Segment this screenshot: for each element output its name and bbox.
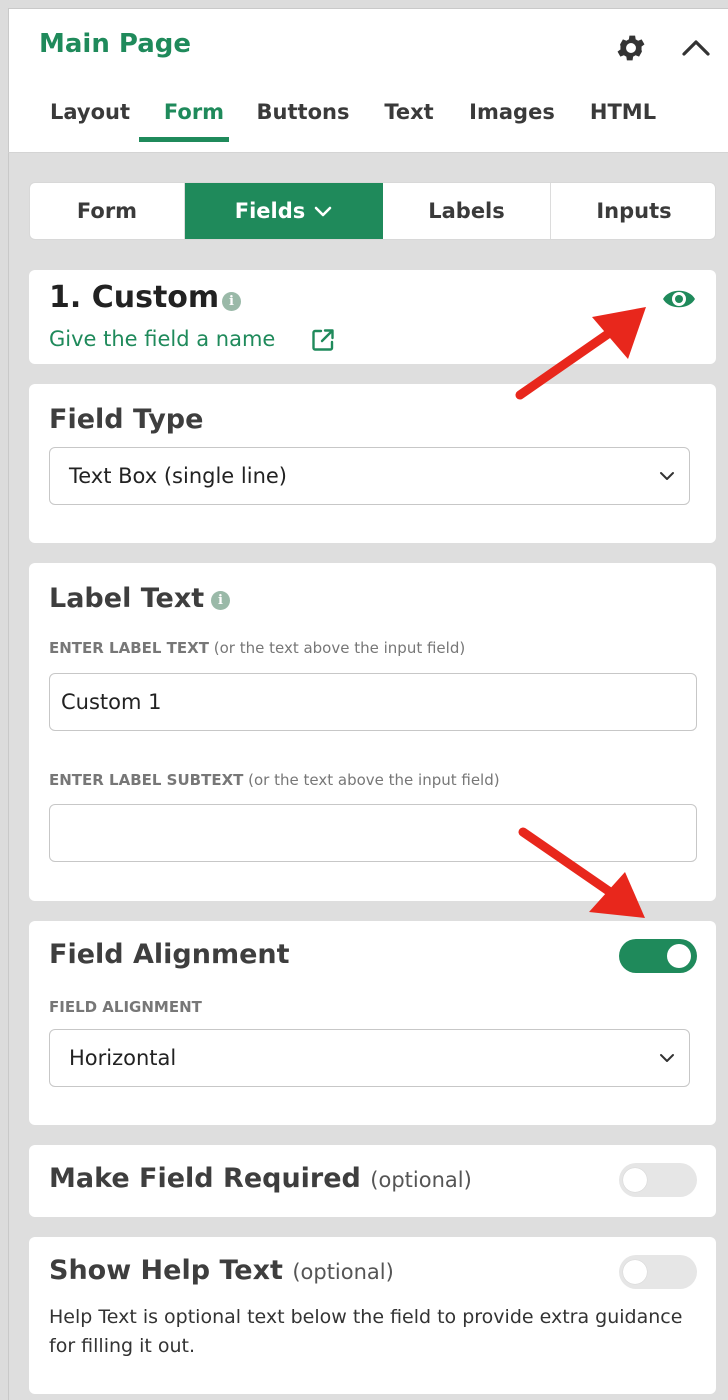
toggle-knob bbox=[623, 1260, 647, 1284]
label-subtext-caption-rest: (or the text above the input field) bbox=[248, 771, 500, 789]
subtab-labels[interactable]: Labels bbox=[383, 183, 551, 239]
field-alignment-caption: FIELD ALIGNMENT bbox=[49, 998, 202, 1016]
label-subtext-caption-bold: ENTER LABEL SUBTEXT bbox=[49, 771, 244, 789]
chevron-down-icon bbox=[660, 1054, 674, 1062]
label-subtext-caption: ENTER LABEL SUBTEXT (or the text above t… bbox=[49, 771, 500, 789]
field-alignment-value: Horizontal bbox=[69, 1046, 177, 1070]
help-text-toggle[interactable] bbox=[619, 1255, 697, 1289]
subtab-form[interactable]: Form bbox=[30, 183, 185, 239]
help-text-card: Show Help Text (optional) Help Text is o… bbox=[29, 1237, 716, 1394]
subtab-inputs-label: Inputs bbox=[596, 199, 672, 223]
label-text-caption-rest: (or the text above the input field) bbox=[213, 639, 466, 657]
chevron-down-icon bbox=[660, 472, 674, 480]
toggle-knob bbox=[623, 1168, 647, 1192]
help-text-heading-text: Show Help Text bbox=[49, 1255, 283, 1286]
active-tab-underline bbox=[139, 137, 229, 142]
field-alignment-card: Field Alignment FIELD ALIGNMENT Horizont… bbox=[29, 921, 716, 1125]
chevron-down-icon bbox=[314, 206, 332, 217]
eye-icon[interactable] bbox=[661, 284, 697, 314]
subtab-fields-label: Fields bbox=[234, 199, 306, 223]
annotation-arrow bbox=[515, 307, 646, 400]
tab-buttons[interactable]: Buttons bbox=[255, 93, 351, 153]
subtab-form-label: Form bbox=[76, 199, 138, 223]
required-toggle[interactable] bbox=[619, 1163, 697, 1197]
page-title: Main Page bbox=[39, 29, 192, 59]
tab-form[interactable]: Form bbox=[151, 93, 237, 153]
fields-subtabs: Form Fields Labels Inputs bbox=[29, 182, 716, 240]
subtab-inputs[interactable]: Inputs bbox=[551, 183, 715, 239]
tab-html[interactable]: HTML bbox=[585, 93, 661, 153]
help-text-description: Help Text is optional text below the fie… bbox=[49, 1306, 683, 1357]
field-alignment-heading: Field Alignment bbox=[49, 939, 290, 970]
required-optional-label: (optional) bbox=[370, 1168, 472, 1192]
annotation-arrow bbox=[518, 827, 645, 918]
external-link-icon[interactable] bbox=[310, 327, 336, 353]
help-text-optional-label: (optional) bbox=[292, 1260, 394, 1284]
tab-layout[interactable]: Layout bbox=[47, 93, 133, 153]
label-text-input[interactable]: Custom 1 bbox=[49, 673, 697, 731]
panel-header: Main Page Layout Form Buttons Text Image… bbox=[8, 8, 728, 153]
info-icon[interactable]: i bbox=[211, 591, 230, 610]
label-text-caption: ENTER LABEL TEXT (or the text above the … bbox=[49, 639, 465, 657]
field-type-value: Text Box (single line) bbox=[69, 464, 287, 488]
help-text-heading: Show Help Text (optional) bbox=[49, 1255, 394, 1286]
field-type-select[interactable]: Text Box (single line) bbox=[49, 447, 690, 505]
tab-images[interactable]: Images bbox=[465, 93, 559, 153]
subtab-fields[interactable]: Fields bbox=[185, 183, 383, 239]
required-heading-text: Make Field Required bbox=[49, 1163, 361, 1194]
required-heading: Make Field Required (optional) bbox=[49, 1163, 472, 1194]
chevron-up-icon[interactable] bbox=[679, 33, 713, 63]
gear-icon[interactable] bbox=[614, 31, 648, 65]
field-type-heading: Field Type bbox=[49, 404, 204, 435]
subtab-labels-label: Labels bbox=[428, 199, 505, 223]
field-title: 1. Custom bbox=[49, 280, 220, 315]
info-icon[interactable]: i bbox=[222, 292, 241, 311]
label-text-value: Custom 1 bbox=[61, 690, 162, 714]
required-card: Make Field Required (optional) bbox=[29, 1145, 716, 1217]
label-text-caption-bold: ENTER LABEL TEXT bbox=[49, 639, 209, 657]
rename-field-link[interactable]: Give the field a name bbox=[49, 327, 275, 351]
label-text-heading: Label Text bbox=[49, 583, 205, 614]
top-tabs: Layout Form Buttons Text Images HTML bbox=[9, 93, 728, 153]
toggle-knob bbox=[667, 944, 691, 968]
field-alignment-select[interactable]: Horizontal bbox=[49, 1029, 690, 1087]
field-alignment-toggle[interactable] bbox=[619, 939, 697, 973]
tab-text[interactable]: Text bbox=[381, 93, 437, 153]
